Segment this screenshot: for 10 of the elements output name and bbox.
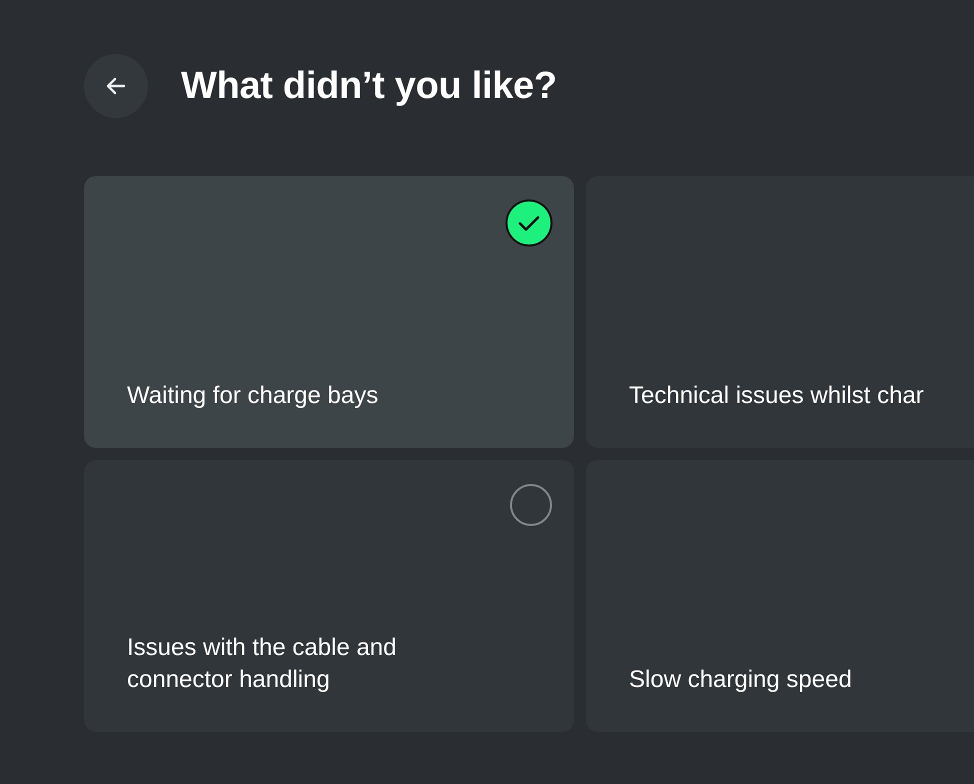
option-label: Slow charging speed bbox=[629, 665, 852, 695]
page-title: What didn’t you like? bbox=[181, 64, 557, 108]
option-label: Technical issues whilst char bbox=[629, 381, 924, 411]
option-card[interactable]: Slow charging speed bbox=[586, 460, 974, 732]
option-card[interactable]: Waiting for charge bays bbox=[84, 176, 574, 448]
option-label: Waiting for charge bays bbox=[127, 381, 378, 411]
checkbox-checked-icon[interactable] bbox=[505, 199, 553, 247]
option-card[interactable]: Issues with the cable and connector handling bbox=[84, 460, 574, 732]
option-label: Issues with the cable and connector handling bbox=[127, 633, 398, 695]
option-card[interactable]: Technical issues whilst char bbox=[586, 176, 974, 448]
